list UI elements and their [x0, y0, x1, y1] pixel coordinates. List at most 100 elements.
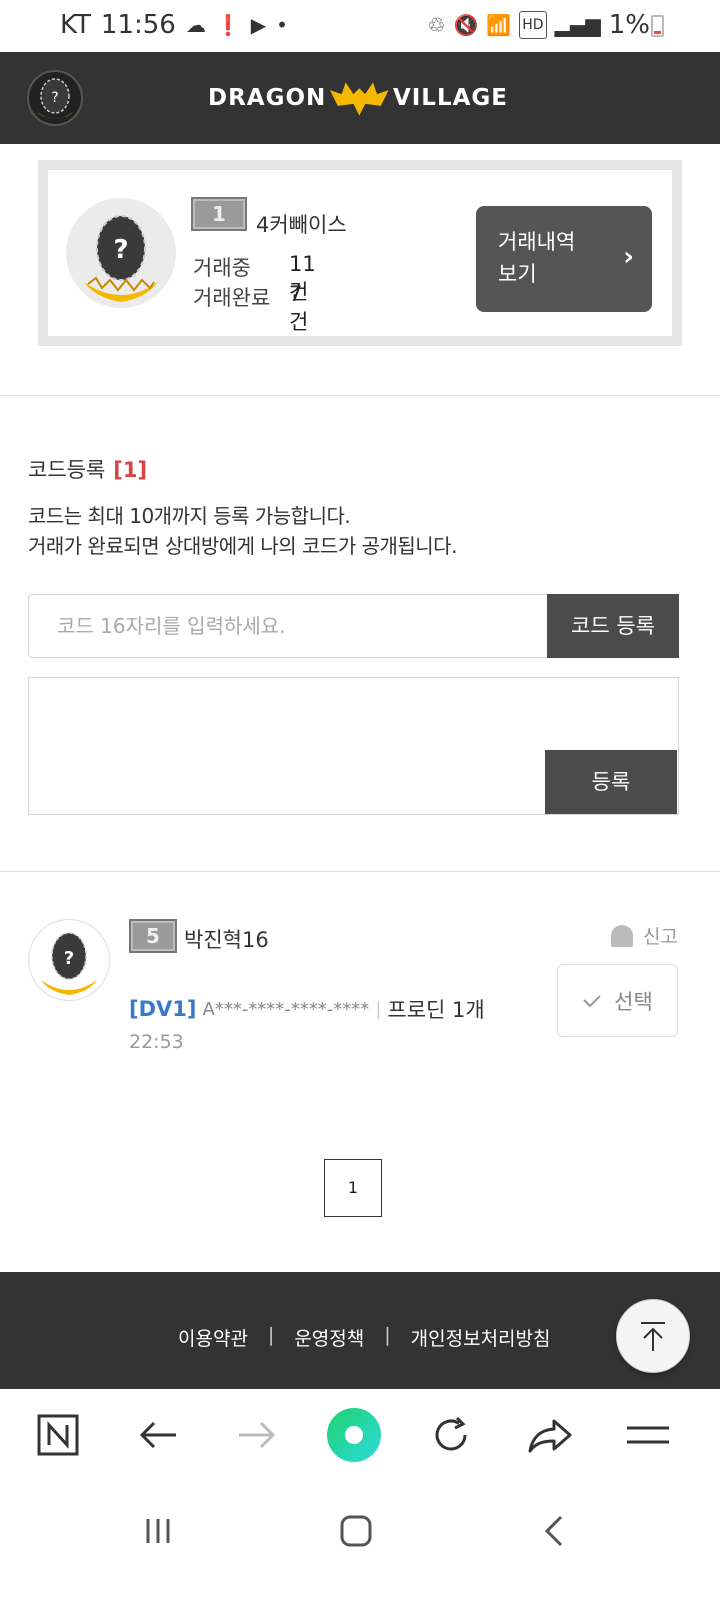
recycle-icon: ♲ — [427, 13, 446, 37]
profile-avatar: ? — [66, 198, 176, 308]
dot-icon: • — [276, 13, 288, 37]
menu-button[interactable] — [618, 1405, 678, 1465]
code-desc-line1: 코드는 최대 10개까지 등록 가능합니다. — [28, 504, 351, 528]
profile-name: 4커빼이스 — [256, 213, 347, 237]
report-link[interactable]: 신고 — [611, 922, 678, 949]
refresh-icon — [435, 1416, 467, 1451]
recent-apps-button[interactable] — [128, 1506, 188, 1556]
code-desc-line2: 거래가 완료되면 상대방에게 나의 코드가 공개됩니다. — [28, 534, 457, 558]
server-tag: [DV1] — [129, 997, 197, 1021]
separator: | — [375, 998, 382, 1020]
home-button[interactable] — [326, 1506, 386, 1556]
home-icon — [340, 1515, 372, 1547]
divider — [0, 871, 720, 872]
code-line: [DV1] A***-****-****-**** | 프로딘 1개 — [129, 994, 485, 1024]
egg-avatar-icon: ? — [84, 215, 158, 302]
trading-label: 거래중 — [193, 256, 251, 280]
share-button[interactable] — [520, 1405, 580, 1465]
page-button-current[interactable]: 1 — [324, 1159, 382, 1217]
completed-row: 거래완료 7건 — [193, 282, 308, 334]
item-name: 프로딘 1개 — [387, 998, 485, 1022]
completed-label: 거래완료 — [193, 286, 271, 310]
trade-history-label: 거래내역 보기 — [498, 226, 608, 290]
clock: 11:56 — [100, 10, 176, 40]
arrow-up-icon — [641, 1322, 665, 1351]
completed-count: 7건 — [289, 282, 309, 334]
code-count: [1] — [113, 458, 148, 482]
footer-links: 이용약관 | 운영정책 | 개인정보처리방침 — [178, 1324, 551, 1351]
logo-text-left: DRAGON — [208, 85, 327, 111]
refresh-button[interactable] — [421, 1405, 481, 1465]
site-footer: 이용약관 | 운영정책 | 개인정보처리방침 — [0, 1272, 720, 1389]
trading-row: 거래중 11건 — [193, 252, 316, 304]
arrow-left-icon — [139, 1421, 176, 1449]
code-input[interactable] — [28, 594, 548, 658]
egg-avatar-icon: ? — [37, 78, 73, 119]
alert-icon: ❗ — [215, 13, 241, 37]
trade-history-button[interactable]: 거래내역 보기 › — [476, 206, 652, 312]
level-badge: 1 — [191, 197, 247, 231]
naver-home-button[interactable] — [28, 1405, 88, 1465]
header-avatar[interactable]: ? — [27, 70, 83, 126]
code-register-button[interactable]: 코드 등록 — [547, 594, 679, 658]
back-button[interactable] — [128, 1405, 188, 1465]
status-bar: KT 11:56 ☁ ❗ ▶ • ♲ 🔇 📶 HD ▂▄▆ 1% — [0, 0, 720, 52]
browser-toolbar — [0, 1389, 720, 1481]
terms-link[interactable]: 이용약관 — [178, 1324, 248, 1351]
egg-avatar-icon: ? — [41, 932, 97, 995]
system-back-button[interactable] — [524, 1506, 584, 1556]
share-arrow-icon — [528, 1419, 572, 1453]
hd-icon: HD — [519, 11, 547, 39]
chevron-left-icon — [544, 1515, 563, 1547]
dragon-village-logo[interactable]: DRAGON VILLAGE — [208, 76, 508, 120]
battery-percent: 1% — [608, 10, 650, 40]
masked-code: A***-****-****-**** — [202, 998, 370, 1020]
carrier-label: KT — [60, 10, 91, 40]
privacy-link[interactable]: 개인정보처리방침 — [411, 1324, 551, 1351]
green-dot-button[interactable] — [324, 1405, 384, 1465]
svg-text:?: ? — [113, 235, 128, 265]
svg-text:?: ? — [51, 90, 58, 106]
recent-apps-icon — [146, 1519, 170, 1543]
battery-icon — [651, 15, 664, 37]
level-badge: 5 — [129, 919, 177, 953]
siren-icon — [611, 924, 633, 947]
policy-link[interactable]: 운영정책 — [294, 1324, 364, 1351]
svg-text:?: ? — [64, 948, 74, 969]
chevron-right-icon: › — [623, 242, 634, 272]
divider — [0, 395, 720, 396]
profile-card-inner: ? 1 4커빼이스 거래중 11건 거래완료 7건 거래내역 보기 › — [48, 170, 672, 336]
trade-history-label-line2: 보기 — [498, 262, 537, 286]
user-name: 박진혁16 — [184, 928, 269, 952]
youtube-icon: ▶ — [250, 13, 267, 37]
footer-separator: | — [384, 1324, 391, 1346]
code-section-title: 코드등록 [1] — [28, 454, 147, 484]
select-button[interactable]: 선택 — [557, 964, 678, 1037]
cloud-icon: ☁ — [185, 13, 206, 37]
site-header: ? DRAGON VILLAGE — [0, 52, 720, 144]
naver-green-dot-icon — [327, 1408, 381, 1462]
signal-icon: ▂▄▆ — [554, 13, 601, 37]
status-right: ♲ 🔇 📶 HD ▂▄▆ 1% — [428, 10, 650, 40]
scroll-top-button[interactable] — [616, 1299, 690, 1373]
forward-button[interactable] — [227, 1405, 287, 1465]
status-left: KT 11:56 ☁ ❗ ▶ • — [60, 10, 288, 40]
report-label: 신고 — [643, 926, 678, 948]
mute-icon: 🔇 — [453, 13, 479, 37]
check-icon — [583, 994, 601, 1007]
hamburger-icon — [627, 1426, 669, 1444]
naver-n-icon — [37, 1414, 79, 1456]
footer-separator: | — [267, 1324, 275, 1346]
select-label: 선택 — [614, 989, 653, 1014]
arrow-right-icon — [239, 1421, 276, 1449]
register-button[interactable]: 등록 — [545, 750, 677, 814]
user-avatar[interactable]: ? — [28, 919, 110, 1001]
system-navigation — [0, 1481, 720, 1600]
profile-card: ? 1 4커빼이스 거래중 11건 거래완료 7건 거래내역 보기 › — [38, 160, 682, 346]
app-root: KT 11:56 ☁ ❗ ▶ • ♲ 🔇 📶 HD ▂▄▆ 1% ? DRAGO… — [0, 0, 720, 1600]
trade-history-label-line1: 거래내역 — [498, 230, 576, 254]
dragon-wings-icon — [330, 82, 389, 116]
logo-text-right: VILLAGE — [392, 85, 508, 111]
wifi-icon: 📶 — [486, 13, 512, 37]
code-section-title-text: 코드등록 — [28, 458, 106, 482]
